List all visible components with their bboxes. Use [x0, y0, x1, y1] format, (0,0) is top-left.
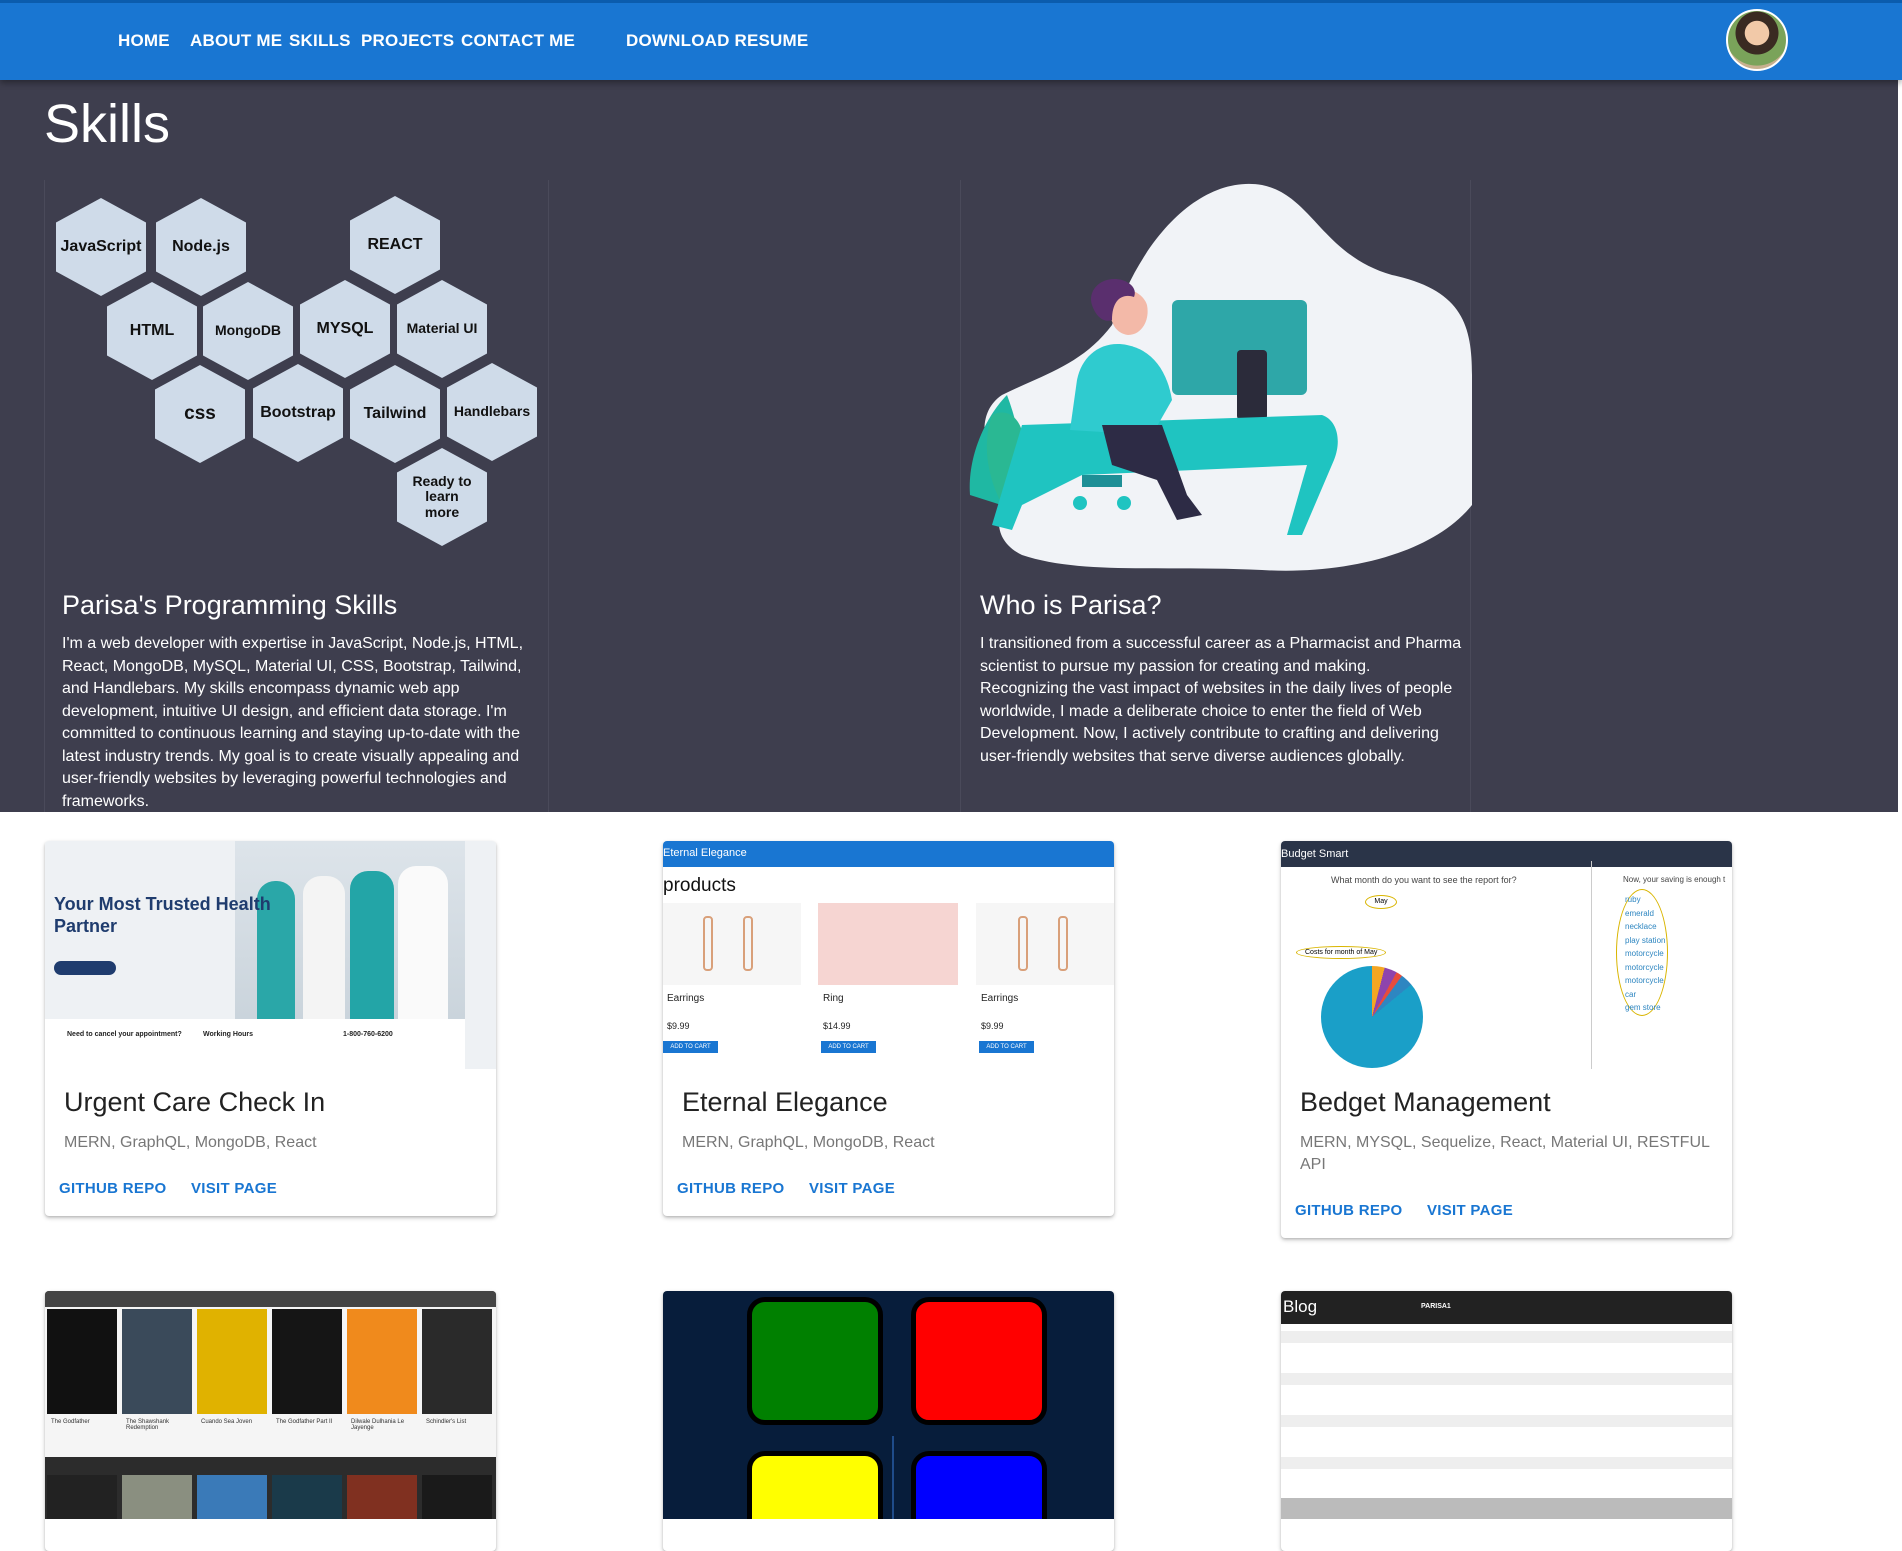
card-actions: GITHUB REPO VISIT PAGE [1295, 1202, 1732, 1238]
screenshot-cancel-text: Need to cancel your appointment? [67, 1031, 182, 1038]
skill-hex-bootstrap: Bootstrap [253, 364, 343, 462]
screenshot-movie-title: Dilwale Dulhania Le Jayenge [351, 1419, 405, 1431]
programming-skills-text: I'm a web developer with expertise in Ja… [62, 635, 524, 810]
screenshot-hours-text: Working Hours [203, 1031, 254, 1038]
screenshot-brand: Budget Smart [1281, 848, 1349, 860]
skills-title: Skills [44, 94, 171, 154]
screenshot-saving-text: Now, your saving is enough t [1623, 875, 1726, 884]
screenshot-item-price: $9.99 [981, 1021, 1004, 1031]
skill-hex-material-ui: Material UI [397, 280, 487, 378]
card-actions: GITHUB REPO VISIT PAGE [677, 1180, 1114, 1216]
skill-hex-nodejs: Node.js [156, 198, 246, 296]
project-tech: MERN, MYSQL, Sequelize, React, Material … [1300, 1134, 1710, 1173]
screenshot-item-name: Ring [823, 993, 844, 1004]
screenshot-headline: Your Most Trusted Health Partner [54, 894, 271, 936]
screenshot-add-to-cart: ADD TO CART [979, 1041, 1034, 1053]
github-repo-button[interactable]: GITHUB REPO [59, 1180, 166, 1197]
screenshot-phone: 1-800-760-6200 [343, 1031, 393, 1038]
screenshot-item-name: Earrings [667, 993, 705, 1004]
project-title: Eternal Elegance [682, 1087, 888, 1117]
nav-home[interactable]: HOME [118, 31, 170, 51]
project-card-simon-game [663, 1291, 1114, 1551]
programming-skills-heading: Parisa's Programming Skills [62, 590, 398, 620]
project-card-movies: The Godfather The Shawshank Redemption C… [45, 1291, 496, 1551]
profile-avatar[interactable] [1726, 9, 1788, 71]
skill-hex-react: REACT [350, 196, 440, 294]
project-screenshot-movies[interactable]: The Godfather The Shawshank Redemption C… [45, 1291, 496, 1519]
skill-hex-tailwind: Tailwind [350, 365, 440, 463]
skill-hex-ready-to-learn: Ready to learn more [397, 448, 487, 546]
skill-hex-javascript: JavaScript [56, 198, 146, 296]
project-screenshot-simon[interactable] [663, 1291, 1114, 1519]
top-navbar: HOME ABOUT ME SKILLS PROJECTS CONTACT ME… [0, 0, 1902, 80]
screenshot-list: ruby emerald necklace play station motor… [1625, 895, 1666, 1012]
project-card-urgent-care: Your Most Trusted Health Partner Need to… [45, 841, 496, 1216]
project-tech: MERN, GraphQL, MongoDB, React [682, 1134, 935, 1151]
screenshot-products-heading: products [663, 875, 736, 896]
column-divider [960, 180, 961, 812]
navbar-top-border [0, 0, 1902, 3]
screenshot-movie-title: The Godfather Part II [276, 1419, 333, 1425]
screenshot-blog-brand: Blog [1283, 1297, 1318, 1316]
nav-about-me[interactable]: ABOUT ME [190, 31, 282, 51]
screenshot-movie-title: Cuando Sea Joven [201, 1419, 253, 1425]
project-screenshot-eternal-elegance[interactable]: Eternal Elegance products Earrings Ring … [663, 841, 1114, 1069]
project-card-budget-management: Budget Smart What month do you want to s… [1281, 841, 1732, 1238]
github-repo-button[interactable]: GITHUB REPO [1295, 1202, 1402, 1219]
who-is-parisa-heading: Who is Parisa? [980, 590, 1162, 620]
nav-download-resume[interactable]: DOWNLOAD RESUME [626, 31, 808, 51]
screenshot-movie-title: The Godfather [51, 1419, 90, 1425]
screenshot-item-price: $9.99 [667, 1021, 690, 1031]
project-title: Urgent Care Check In [64, 1087, 326, 1117]
nav-projects[interactable]: PROJECTS [361, 31, 454, 51]
screenshot-question: What month do you want to see the report… [1331, 875, 1517, 885]
screenshot-movie-title: Schindler's List [426, 1419, 467, 1425]
skill-hex-html: HTML [107, 282, 197, 380]
screenshot-add-to-cart: ADD TO CART [821, 1041, 876, 1053]
project-card-eternal-elegance: Eternal Elegance products Earrings Ring … [663, 841, 1114, 1216]
visit-page-button[interactable]: VISIT PAGE [1427, 1202, 1513, 1219]
screenshot-brand: Eternal Elegance [663, 847, 747, 859]
screenshot-add-to-cart: ADD TO CART [663, 1041, 718, 1053]
project-card-blog: Blog PARISA1 [1281, 1291, 1732, 1551]
screenshot-month: May [1365, 895, 1397, 909]
screenshot-costs-label: Costs for month of May [1296, 946, 1387, 959]
github-repo-button[interactable]: GITHUB REPO [677, 1180, 784, 1197]
projects-section: Your Most Trusted Health Partner Need to… [0, 812, 1902, 1551]
column-divider [548, 180, 549, 812]
skill-hex-handlebars: Handlebars [447, 363, 537, 461]
visit-page-button[interactable]: VISIT PAGE [809, 1180, 895, 1197]
screenshot-item-name: Earrings [981, 993, 1019, 1004]
screenshot-movie-title: The Shawshank Redemption [126, 1419, 170, 1431]
column-divider [44, 180, 45, 812]
card-actions: GITHUB REPO VISIT PAGE [59, 1180, 496, 1216]
skills-section: Skills JavaScript Node.js REACT HTML Mon… [0, 80, 1898, 812]
project-screenshot-urgent-care[interactable]: Your Most Trusted Health Partner Need to… [45, 841, 496, 1069]
visit-page-button[interactable]: VISIT PAGE [191, 1180, 277, 1197]
skill-hex-mysql: MYSQL [300, 280, 390, 378]
project-tech: MERN, GraphQL, MongoDB, React [64, 1134, 317, 1151]
skill-hex-css: css [155, 365, 245, 463]
project-screenshot-blog[interactable]: Blog PARISA1 [1281, 1291, 1732, 1519]
nav-contact-me[interactable]: CONTACT ME [461, 31, 575, 51]
skill-hex-mongodb: MongoDB [203, 282, 293, 380]
developer-illustration [969, 183, 1472, 571]
project-title: Bedget Management [1300, 1087, 1551, 1117]
screenshot-blog-user: PARISA1 [1421, 1303, 1451, 1310]
project-screenshot-budget[interactable]: Budget Smart What month do you want to s… [1281, 841, 1732, 1069]
nav-skills[interactable]: SKILLS [289, 31, 351, 51]
who-is-parisa-text: I transitioned from a successful career … [980, 635, 1462, 765]
screenshot-item-price: $14.99 [823, 1021, 851, 1031]
